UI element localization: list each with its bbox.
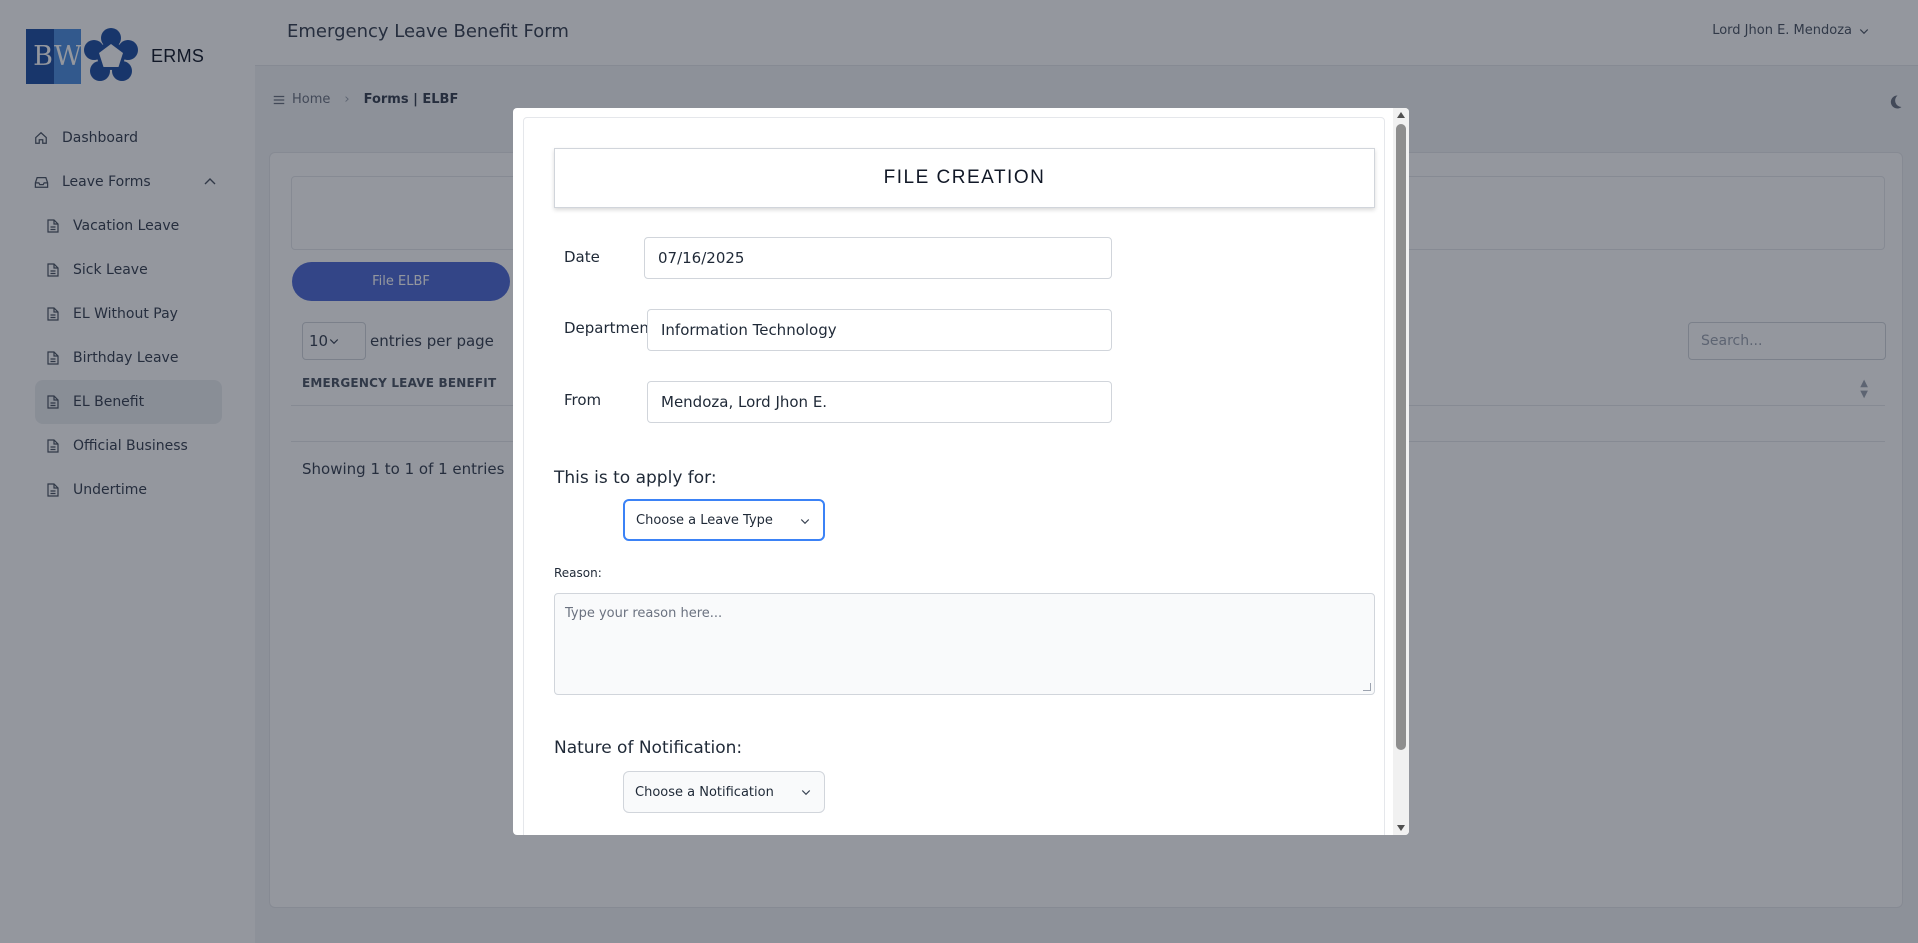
scroll-down-icon[interactable] bbox=[1397, 825, 1405, 831]
from-field[interactable]: Mendoza, Lord Jhon E. bbox=[647, 381, 1112, 423]
leave-type-value: Choose a Leave Type bbox=[636, 512, 773, 528]
department-label: Department bbox=[564, 319, 655, 337]
chevron-down-icon bbox=[800, 519, 810, 525]
file-creation-modal: FILE CREATION Date 07/16/2025 Department… bbox=[513, 108, 1409, 835]
reason-placeholder: Type your reason here... bbox=[565, 606, 723, 621]
resize-handle-icon[interactable] bbox=[1363, 683, 1371, 691]
scroll-thumb[interactable] bbox=[1396, 124, 1406, 750]
reason-textarea[interactable]: Type your reason here... bbox=[554, 593, 1375, 695]
modal-title: FILE CREATION bbox=[554, 148, 1375, 208]
date-field[interactable]: 07/16/2025 bbox=[644, 237, 1112, 279]
chevron-down-icon bbox=[801, 790, 811, 796]
scroll-up-icon[interactable] bbox=[1397, 112, 1405, 118]
modal-scrollbar[interactable] bbox=[1393, 108, 1409, 835]
notification-select[interactable]: Choose a Notification bbox=[623, 771, 825, 813]
reason-label: Reason: bbox=[554, 566, 602, 580]
from-label: From bbox=[564, 391, 602, 409]
notification-label: Nature of Notification: bbox=[554, 738, 743, 758]
modal-content-frame: FILE CREATION Date 07/16/2025 Department… bbox=[523, 117, 1385, 835]
leave-type-select[interactable]: Choose a Leave Type bbox=[623, 499, 825, 541]
date-label: Date bbox=[564, 248, 600, 266]
apply-label: This is to apply for: bbox=[554, 468, 717, 488]
notification-value: Choose a Notification bbox=[635, 784, 774, 800]
department-field[interactable]: Information Technology bbox=[647, 309, 1112, 351]
